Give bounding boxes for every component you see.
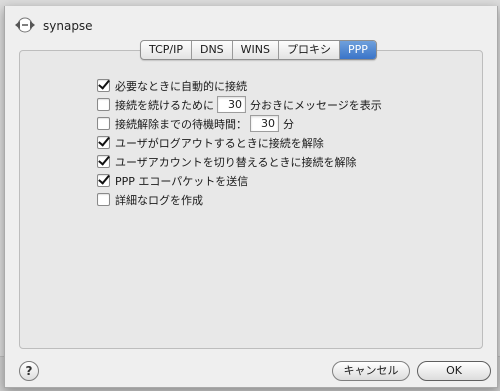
advanced-settings-sheet: synapse TCP/IP DNS WINS プロキシ PPP 必要なときに自… [4, 6, 498, 388]
tab-bar: TCP/IP DNS WINS プロキシ PPP [140, 40, 377, 60]
ppp-echo-label: PPP エコーパケットを送信 [115, 174, 249, 188]
tab-wins[interactable]: WINS [233, 41, 280, 59]
tab-tcpip[interactable]: TCP/IP [141, 41, 192, 59]
keepalive-prompt-checkbox[interactable] [97, 98, 110, 111]
idle-disconnect-label-before: 接続解除までの待機時間： [115, 117, 247, 131]
ppp-echo-checkbox[interactable] [97, 174, 110, 187]
network-arrows-icon [13, 17, 37, 36]
ok-button[interactable]: OK [417, 361, 491, 381]
keepalive-minutes-field[interactable]: 30 [217, 96, 246, 113]
sheet-title: synapse [13, 16, 93, 36]
sheet-title-text: synapse [43, 19, 93, 33]
auto-connect-checkbox[interactable] [97, 79, 110, 92]
option-auto-connect: 必要なときに自動的に接続 [97, 76, 382, 95]
disconnect-on-switch-checkbox[interactable] [97, 155, 110, 168]
disconnect-on-logout-checkbox[interactable] [97, 136, 110, 149]
help-button[interactable]: ? [19, 361, 39, 381]
option-disconnect-on-logout: ユーザがログアウトするときに接続を解除 [97, 133, 382, 152]
cancel-button[interactable]: キャンセル [332, 361, 410, 381]
option-idle-disconnect: 接続解除までの待機時間： 30 分 [97, 114, 382, 133]
idle-disconnect-checkbox[interactable] [97, 117, 110, 130]
option-disconnect-on-switch: ユーザアカウントを切り替えるときに接続を解除 [97, 152, 382, 171]
keepalive-prompt-label-after: 分おきにメッセージを表示 [250, 98, 382, 112]
idle-minutes-field[interactable]: 30 [250, 115, 279, 132]
verbose-log-checkbox[interactable] [97, 193, 110, 206]
verbose-log-label: 詳細なログを作成 [115, 193, 203, 207]
option-ppp-echo: PPP エコーパケットを送信 [97, 171, 382, 190]
option-keepalive-prompt: 接続を続けるために 30 分おきにメッセージを表示 [97, 95, 382, 114]
tab-ppp[interactable]: PPP [340, 41, 376, 59]
keepalive-prompt-label-before: 接続を続けるために [115, 98, 214, 112]
ppp-options: 必要なときに自動的に接続 接続を続けるために 30 分おきにメッセージを表示 接… [97, 76, 382, 209]
disconnect-on-logout-label: ユーザがログアウトするときに接続を解除 [115, 136, 324, 150]
tab-proxy[interactable]: プロキシ [279, 41, 341, 59]
auto-connect-label: 必要なときに自動的に接続 [115, 79, 247, 93]
disconnect-on-switch-label: ユーザアカウントを切り替えるときに接続を解除 [115, 155, 357, 169]
tab-dns[interactable]: DNS [192, 41, 233, 59]
idle-disconnect-label-after: 分 [283, 117, 294, 131]
option-verbose-log: 詳細なログを作成 [97, 190, 382, 209]
